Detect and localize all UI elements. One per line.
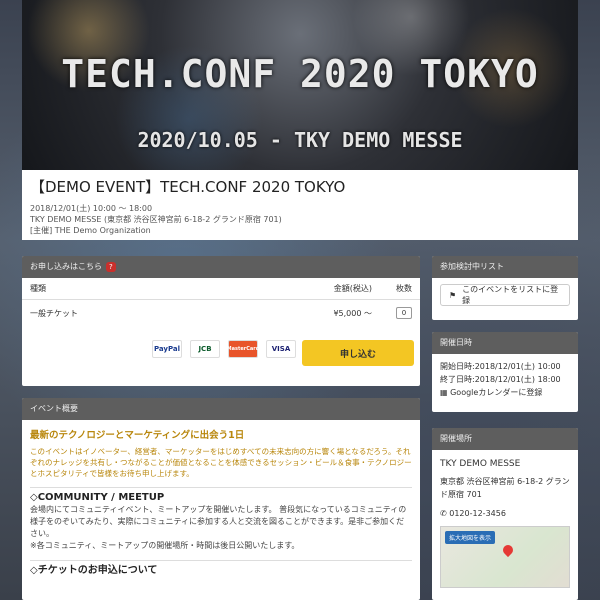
place-panel: 開催場所 TKY DEMO MESSE 東京都 渋谷区神宮前 6-18-2 グラ… [432,428,578,600]
event-banner: TECH.CONF 2020 TOKYO 2020/10.05 - TKY DE… [22,0,578,170]
quantity-select[interactable]: 0 [396,307,412,319]
event-date: 2018/12/01(土) 10:00 〜 18:00 [30,204,153,213]
start-datetime: 開始日時:2018/12/01(土) 10:00 [440,362,561,371]
watchlist-header: 参加検討中リスト [432,256,578,278]
overview-lead: 最新のテクノロジーとマーケティングに出会う1日 [30,430,245,441]
ticket-info-title: ◇チケットのお申込について [30,560,412,577]
expand-map-button[interactable]: 拡大地図を表示 [445,531,496,544]
flag-icon: ⚑ [449,290,457,300]
payment-methods: PayPal JCB MasterCard VISA [152,340,296,358]
apply-button[interactable]: 申し込む [302,340,414,366]
venue-address: 東京都 渋谷区神宮前 6-18-2 グランド原宿 701 [440,477,570,499]
venue-map[interactable]: 拡大地図を表示 [440,526,570,588]
community-title: ◇COMMUNITY / MEETUP [30,487,412,504]
ticket-panel: お申し込みはこちら? 種類 金額(税込) 枚数 一般チケット ¥5,000 〜 0 … [22,256,420,386]
table-row: 一般チケット ¥5,000 〜 0 [22,300,420,326]
phone-number: 0120-12-3456 [449,509,506,518]
mastercard-icon: MasterCard [227,340,259,358]
ticket-price: ¥5,000 〜 [333,308,372,318]
paypal-icon: PayPal [152,340,182,358]
ticket-header-label: お申し込みはこちら [30,262,102,271]
ticket-table-header: 種類 金額(税込) 枚数 [22,278,420,300]
venue-phone: ✆ 0120-12-3456 [432,507,578,520]
watchlist-panel: 参加検討中リスト ⚑ このイベントをリストに登録 [432,256,578,320]
add-watchlist-label: このイベントをリストに登録 [462,285,559,305]
dates-header: 開催日時 [432,332,578,354]
col-price: 金額(税込) [333,284,372,293]
overview-description: このイベントはイノベーター、経営者、マーケッターをはじめすべての未来志向の方に響… [30,447,412,478]
visa-icon: VISA [266,340,296,358]
event-title: 【DEMO EVENT】TECH.CONF 2020 TOKYO [30,178,346,196]
community-note: ※各コミュニティ、ミートアップの開催場所・時間は後日公開いたします。 [30,541,300,550]
event-organizer: [主催] THE Demo Organization [30,226,151,235]
add-watchlist-button[interactable]: ⚑ このイベントをリストに登録 [440,284,570,306]
col-type: 種類 [30,284,46,293]
dates-panel: 開催日時 開始日時:2018/12/01(土) 10:00 終了日時:2018/… [432,332,578,412]
google-calendar-label: Googleカレンダーに登録 [450,388,543,397]
ticket-header: お申し込みはこちら? [22,256,420,278]
map-pin-icon [500,542,516,558]
phone-icon: ✆ [440,509,450,518]
overview-body: 最新のテクノロジーとマーケティングに出会う1日 このイベントはイノベーター、経営… [22,420,420,583]
ticket-table: 種類 金額(税込) 枚数 一般チケット ¥5,000 〜 0 [22,278,420,326]
overview-panel: イベント概要 最新のテクノロジーとマーケティングに出会う1日 このイベントはイノ… [22,398,420,600]
ticket-type: 一般チケット [30,308,78,318]
jcb-icon: JCB [190,340,220,358]
community-text: 会場内にてコミュニティイベント、ミートアップを開催いたします。 普段気になってい… [30,505,407,538]
col-qty: 枚数 [396,284,412,293]
banner-subtitle: 2020/10.05 - TKY DEMO MESSE [137,128,463,152]
calendar-icon: ▦ [440,388,451,397]
banner-title: TECH.CONF 2020 TOKYO [61,52,539,96]
place-header: 開催場所 [432,428,578,450]
event-venue: TKY DEMO MESSE (東京都 渋谷区神宮前 6-18-2 グランド原宿… [30,215,282,224]
venue-name: TKY DEMO MESSE [440,459,521,469]
event-info: 【DEMO EVENT】TECH.CONF 2020 TOKYO 2018/12… [22,170,578,240]
end-datetime: 終了日時:2018/12/01(土) 18:00 [440,375,561,384]
overview-header: イベント概要 [22,398,420,420]
google-calendar-link[interactable]: ▦ Googleカレンダーに登録 [432,386,578,399]
help-icon[interactable]: ? [106,261,116,272]
